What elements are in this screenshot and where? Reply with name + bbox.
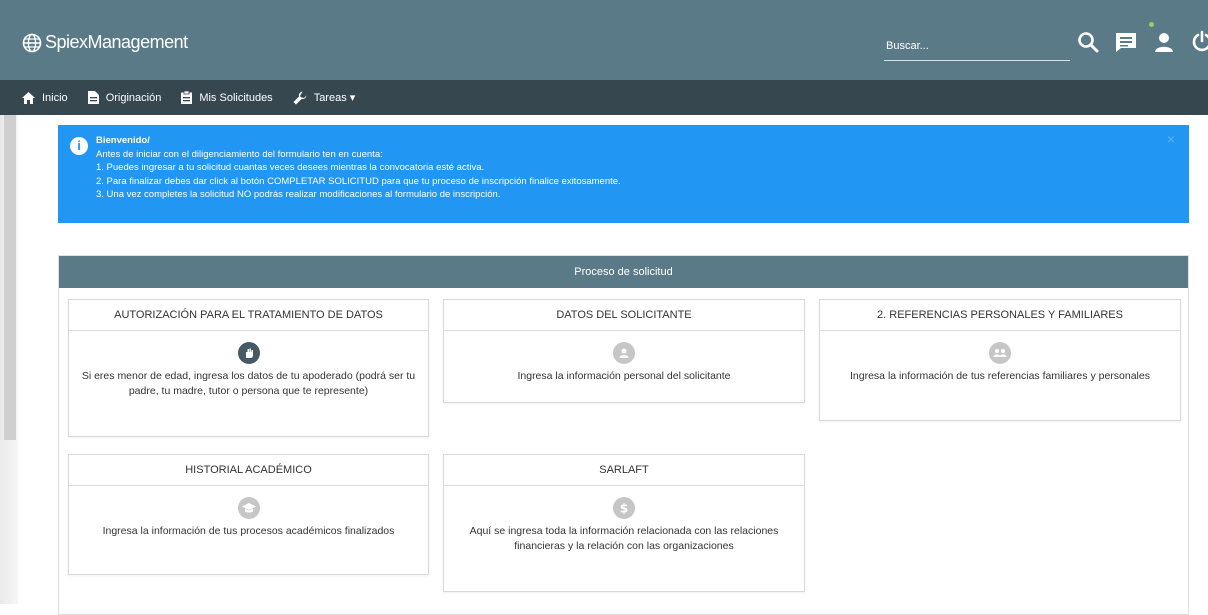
card-datos-solicitante[interactable]: DATOS DEL SOLICITANTE Ingresa la informa… bbox=[443, 299, 805, 403]
card-title: AUTORIZACIÓN PARA EL TRATAMIENTO DE DATO… bbox=[69, 300, 428, 331]
nav-item-inicio[interactable]: Inicio bbox=[22, 91, 68, 104]
app-title: SpiexManagement bbox=[45, 32, 188, 52]
svg-text:$: $ bbox=[620, 502, 628, 516]
card-description: Si eres menor de edad, ingresa los datos… bbox=[81, 370, 416, 397]
search-input[interactable] bbox=[884, 32, 1074, 60]
top-bar: SpiexManagement bbox=[0, 0, 1208, 80]
alert-line: Antes de iniciar con el diligenciamiento… bbox=[96, 148, 383, 160]
power-icon[interactable] bbox=[1190, 30, 1208, 54]
notification-dot bbox=[1149, 22, 1154, 27]
search-icon[interactable] bbox=[1076, 30, 1100, 54]
document-icon bbox=[87, 91, 99, 104]
close-icon[interactable]: × bbox=[1167, 132, 1175, 147]
welcome-alert: i Bienvenido/ Antes de iniciar con el di… bbox=[58, 125, 1189, 223]
card-sarlaft[interactable]: SARLAFT $ Aquí se ingresa toda la inform… bbox=[443, 454, 805, 592]
nav-item-tareas[interactable]: Tareas ▾ bbox=[293, 91, 356, 105]
alert-line: 2. Para finalizar debes dar click al bot… bbox=[96, 175, 621, 187]
scrollbar-thumb[interactable] bbox=[4, 115, 16, 440]
clipboard-icon bbox=[181, 91, 193, 104]
info-icon: i bbox=[70, 137, 88, 155]
card-historial-academico[interactable]: HISTORIAL ACADÉMICO Ingresa la informaci… bbox=[68, 454, 429, 575]
globe-icon bbox=[22, 33, 42, 53]
process-panel-header: Proceso de solicitud bbox=[59, 256, 1188, 288]
search-field[interactable] bbox=[884, 32, 1074, 61]
user-icon[interactable] bbox=[1152, 30, 1176, 54]
nav-item-label: Tareas ▾ bbox=[313, 92, 356, 104]
nav-item-originacion[interactable]: Originación bbox=[87, 91, 162, 104]
card-title: SARLAFT bbox=[444, 455, 804, 486]
wrench-icon bbox=[293, 91, 307, 105]
alert-title: Bienvenido/ bbox=[96, 135, 150, 146]
graduation-cap-icon bbox=[237, 497, 260, 519]
nav-item-label: Inicio bbox=[42, 91, 68, 104]
person-icon bbox=[613, 342, 635, 364]
card-description: Aquí se ingresa toda la información rela… bbox=[469, 525, 779, 552]
nav-item-label: Originación bbox=[105, 91, 162, 104]
card-autorizacion-datos[interactable]: AUTORIZACIÓN PARA EL TRATAMIENTO DE DATO… bbox=[68, 299, 429, 437]
card-title: 2. REFERENCIAS PERSONALES Y FAMILIARES bbox=[820, 300, 1180, 331]
brand-logo[interactable]: SpiexManagement bbox=[22, 32, 188, 53]
chat-icon[interactable] bbox=[1114, 30, 1138, 54]
hand-icon bbox=[237, 342, 260, 364]
topbar-actions bbox=[1076, 30, 1208, 54]
alert-line: 1. Puedes ingresar a tu solicitud cuanta… bbox=[96, 162, 485, 173]
card-description: Ingresa la información de tus procesos a… bbox=[102, 525, 395, 537]
group-icon bbox=[989, 342, 1011, 364]
card-title: HISTORIAL ACADÉMICO bbox=[69, 455, 428, 486]
dollar-icon: $ bbox=[613, 497, 635, 519]
card-description: Ingresa la información personal del soli… bbox=[517, 370, 731, 382]
home-icon bbox=[22, 91, 35, 104]
nav-item-label: Mis Solicitudes bbox=[199, 91, 273, 104]
card-referencias[interactable]: 2. REFERENCIAS PERSONALES Y FAMILIARES I… bbox=[819, 299, 1181, 421]
card-title: DATOS DEL SOLICITANTE bbox=[444, 300, 804, 331]
card-description: Ingresa la información de tus referencia… bbox=[850, 370, 1150, 382]
alert-line: 3. Una vez completes la solicitud NO pod… bbox=[96, 189, 501, 200]
nav-item-mis-solicitudes[interactable]: Mis Solicitudes bbox=[181, 91, 273, 104]
main-nav: Inicio Originación Mis Solicitudes Tarea… bbox=[0, 80, 1208, 115]
